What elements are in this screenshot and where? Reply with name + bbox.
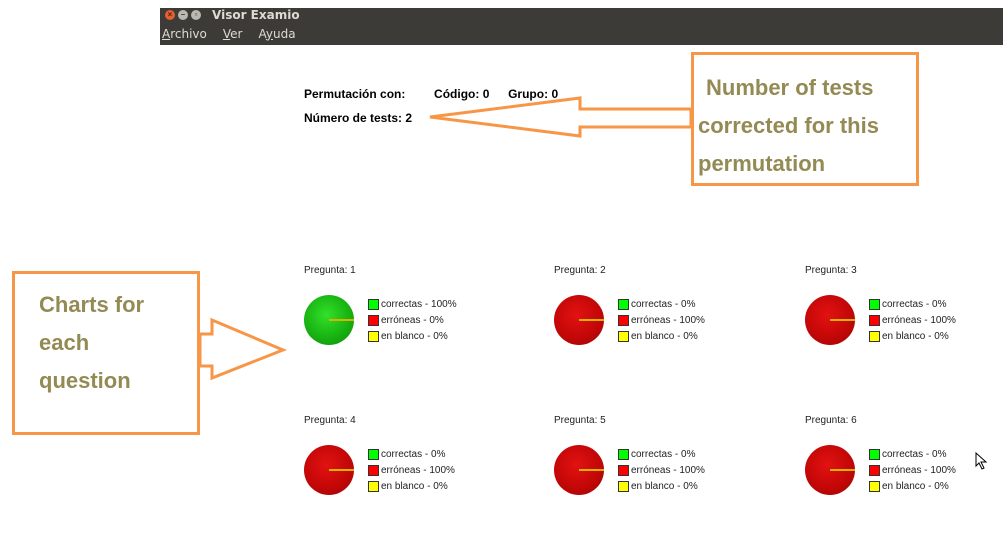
chart-legend: correctas - 100% erróneas - 0% en blanco… bbox=[368, 296, 457, 344]
pie-chart bbox=[554, 295, 604, 345]
legend-correct: correctas - 0% bbox=[631, 448, 696, 460]
blank-swatch bbox=[618, 480, 629, 492]
legend-wrong: erróneas - 100% bbox=[631, 314, 705, 326]
question-chart-4: Pregunta: 4 correctas - 0% erróneas - 10… bbox=[304, 415, 534, 525]
legend-wrong: erróneas - 0% bbox=[381, 314, 444, 326]
arrow-left-icon bbox=[429, 96, 693, 138]
question-chart-2: Pregunta: 2 correctas - 0% erróneas - 10… bbox=[554, 265, 784, 375]
blank-swatch bbox=[368, 330, 379, 342]
legend-wrong: erróneas - 100% bbox=[882, 464, 956, 476]
wrong-swatch bbox=[368, 464, 379, 476]
callout-tests: Number of tests corrected for this permu… bbox=[691, 52, 919, 186]
legend-blank: en blanco - 0% bbox=[882, 480, 949, 492]
chart-legend: correctas - 0% erróneas - 100% en blanco… bbox=[368, 446, 455, 494]
blank-swatch bbox=[869, 330, 880, 342]
pie-chart bbox=[554, 445, 604, 495]
chart-legend: correctas - 0% erróneas - 100% en blanco… bbox=[869, 296, 956, 344]
numero-label: Número de tests: bbox=[304, 111, 403, 125]
question-title: Pregunta: 5 bbox=[554, 415, 606, 426]
legend-correct: correctas - 0% bbox=[882, 448, 947, 460]
callout-charts: Charts for each question bbox=[12, 271, 200, 435]
menu-bar: Archivo Ver Ayuda bbox=[160, 22, 1003, 45]
legend-blank: en blanco - 0% bbox=[381, 330, 448, 342]
test-count-info: Número de tests: 2 bbox=[304, 111, 412, 125]
codigo-label: Código: bbox=[434, 87, 480, 101]
question-chart-6: Pregunta: 6 correctas - 0% erróneas - 10… bbox=[805, 415, 995, 525]
wrong-swatch bbox=[869, 464, 880, 476]
pie-chart bbox=[805, 295, 855, 345]
question-title: Pregunta: 1 bbox=[304, 265, 356, 276]
wrong-swatch bbox=[618, 464, 629, 476]
correct-swatch bbox=[618, 298, 629, 310]
question-title: Pregunta: 4 bbox=[304, 415, 356, 426]
correct-swatch bbox=[618, 448, 629, 460]
question-chart-3: Pregunta: 3 correctas - 0% erróneas - 10… bbox=[805, 265, 995, 375]
chart-legend: correctas - 0% erróneas - 100% en blanco… bbox=[869, 446, 956, 494]
numero-value: 2 bbox=[405, 111, 413, 125]
callout-tests-line: Number of tests bbox=[706, 75, 874, 100]
minimize-icon[interactable]: – bbox=[178, 10, 188, 20]
permutation-info: Permutación con: Código: 0 Grupo: 0 bbox=[304, 87, 558, 101]
blank-swatch bbox=[618, 330, 629, 342]
grupo-label: Grupo: bbox=[508, 87, 549, 101]
close-icon[interactable]: × bbox=[165, 10, 175, 20]
wrong-swatch bbox=[618, 314, 629, 326]
callout-charts-line: each bbox=[39, 330, 90, 355]
wrong-swatch bbox=[869, 314, 880, 326]
legend-wrong: erróneas - 100% bbox=[381, 464, 455, 476]
window-title: Visor Examio bbox=[212, 8, 300, 22]
correct-swatch bbox=[869, 298, 880, 310]
chart-legend: correctas - 0% erróneas - 100% en blanco… bbox=[618, 446, 705, 494]
menu-archivo[interactable]: Archivo bbox=[162, 27, 207, 41]
callout-charts-line: Charts for bbox=[39, 292, 145, 317]
grupo-value: 0 bbox=[551, 87, 559, 101]
legend-blank: en blanco - 0% bbox=[882, 330, 949, 342]
legend-wrong: erróneas - 100% bbox=[882, 314, 956, 326]
callout-charts-line: question bbox=[39, 368, 131, 393]
legend-correct: correctas - 0% bbox=[882, 298, 947, 310]
legend-correct: correctas - 100% bbox=[381, 298, 457, 310]
callout-tests-line: corrected for this bbox=[698, 113, 879, 138]
mouse-cursor-icon bbox=[975, 452, 988, 470]
pie-chart bbox=[805, 445, 855, 495]
callout-tests-line: permutation bbox=[698, 151, 826, 176]
window-titlebar: × – ▫ Visor Examio bbox=[160, 8, 1003, 22]
arrow-right-icon bbox=[198, 317, 287, 381]
correct-swatch bbox=[869, 448, 880, 460]
legend-blank: en blanco - 0% bbox=[381, 480, 448, 492]
legend-correct: correctas - 0% bbox=[631, 298, 696, 310]
blank-swatch bbox=[869, 480, 880, 492]
permutacion-label: Permutación con: bbox=[304, 87, 406, 101]
maximize-icon[interactable]: ▫ bbox=[191, 10, 201, 20]
correct-swatch bbox=[368, 448, 379, 460]
question-chart-5: Pregunta: 5 correctas - 0% erróneas - 10… bbox=[554, 415, 784, 525]
question-title: Pregunta: 6 bbox=[805, 415, 857, 426]
pie-chart bbox=[304, 445, 354, 495]
wrong-swatch bbox=[368, 314, 379, 326]
legend-wrong: erróneas - 100% bbox=[631, 464, 705, 476]
blank-swatch bbox=[368, 480, 379, 492]
pie-chart bbox=[304, 295, 354, 345]
menu-ayuda[interactable]: Ayuda bbox=[258, 27, 295, 41]
chart-legend: correctas - 0% erróneas - 100% en blanco… bbox=[618, 296, 705, 344]
correct-swatch bbox=[368, 298, 379, 310]
question-chart-1: Pregunta: 1 correctas - 100% erróneas - … bbox=[304, 265, 534, 375]
question-title: Pregunta: 2 bbox=[554, 265, 606, 276]
legend-correct: correctas - 0% bbox=[381, 448, 446, 460]
legend-blank: en blanco - 0% bbox=[631, 480, 698, 492]
question-title: Pregunta: 3 bbox=[805, 265, 857, 276]
legend-blank: en blanco - 0% bbox=[631, 330, 698, 342]
codigo-value: 0 bbox=[482, 87, 490, 101]
menu-ver[interactable]: Ver bbox=[223, 27, 243, 41]
